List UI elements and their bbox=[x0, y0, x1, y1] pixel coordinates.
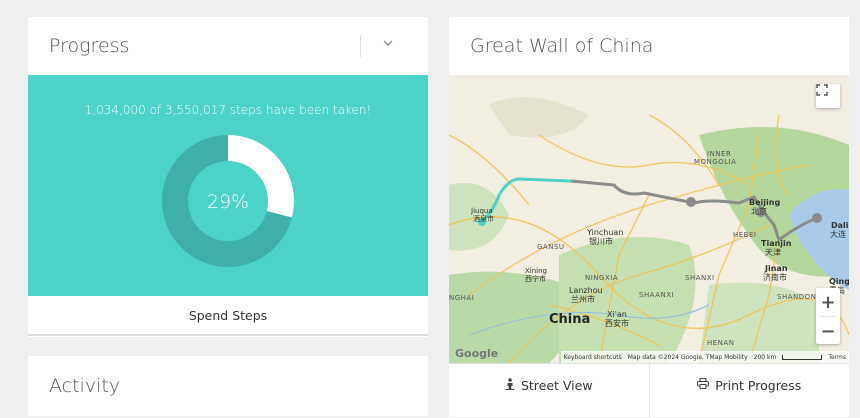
map-label-hebei: HEBEI bbox=[733, 231, 757, 239]
map-label-dalian: Dali bbox=[831, 221, 849, 230]
chevron-down-icon[interactable] bbox=[380, 36, 396, 52]
dashboard: Progress 1,034,000 of 3,550,017 steps ha… bbox=[0, 0, 860, 418]
map-footer: Street View Print Progress bbox=[449, 363, 849, 418]
terms-link[interactable]: Terms bbox=[828, 354, 846, 361]
map-label-beijing-cn: 北京 bbox=[751, 207, 767, 216]
map-view[interactable]: INNER MONGOLIA Beijing 北京 HEBEI Tianjin … bbox=[449, 75, 849, 363]
map-label-beijing: Beijing bbox=[749, 198, 781, 207]
print-progress-label: Print Progress bbox=[715, 378, 802, 393]
header-divider bbox=[360, 35, 361, 57]
map-attribution: Keyboard shortcuts Map data ©2024 Google… bbox=[560, 351, 849, 363]
map-label-jinan-cn: 济南市 bbox=[763, 273, 787, 282]
fullscreen-icon[interactable] bbox=[816, 84, 840, 108]
map-label-dalian-cn: 大连 bbox=[830, 230, 846, 239]
scale-text[interactable]: 200 km bbox=[754, 354, 777, 361]
map-label-yinchuan: Yinchuan bbox=[587, 228, 624, 237]
map-label-tianjin: Tianjin bbox=[761, 239, 792, 248]
map-label-qing: Qing bbox=[829, 277, 849, 286]
map-label-ningxia: NINGXIA bbox=[585, 274, 619, 282]
map-label-china: China bbox=[549, 312, 591, 327]
map-card: Great Wall of China INNER MONGOLIA Beiji… bbox=[449, 17, 849, 418]
zoom-in-button[interactable]: + bbox=[816, 288, 840, 316]
map-label-shandong: SHANDON bbox=[777, 293, 817, 301]
map-title: Great Wall of China bbox=[470, 35, 654, 57]
spend-steps-button[interactable]: Spend Steps bbox=[28, 296, 428, 336]
map-label-henan: HENAN bbox=[707, 339, 735, 347]
map-label-lanzhou-cn: 兰州市 bbox=[571, 295, 595, 304]
progress-donut: 29% bbox=[162, 135, 294, 267]
map-label-shaanxi: SHAANXI bbox=[639, 291, 675, 299]
progress-card: Progress 1,034,000 of 3,550,017 steps ha… bbox=[28, 17, 428, 337]
zoom-control: + − bbox=[816, 288, 840, 344]
street-view-label: Street View bbox=[520, 378, 593, 393]
map-label-xining-cn: 西宁市 bbox=[525, 275, 546, 283]
map-label-shanxi: SHANXI bbox=[685, 274, 715, 282]
map-label-xian-cn: 西安市 bbox=[605, 319, 629, 328]
map-data-text: Map data ©2024 Google, TMap Mobility bbox=[627, 353, 748, 361]
printer-icon bbox=[697, 378, 710, 392]
map-label-jiuquan-cn: 酒泉市 bbox=[473, 215, 494, 223]
map-label-tianjin-cn: 天津 bbox=[765, 248, 781, 257]
map-label-ghai: NGHAI bbox=[449, 294, 475, 302]
print-progress-button[interactable]: Print Progress bbox=[648, 364, 850, 418]
map-label-inner-mongolia-2: MONGOLIA bbox=[694, 158, 737, 166]
map-label-yinchuan-cn: 银川市 bbox=[589, 237, 613, 246]
keyboard-shortcuts-link[interactable]: Keyboard shortcuts bbox=[564, 354, 622, 361]
zoom-out-button[interactable]: − bbox=[816, 317, 840, 345]
map-label-jinan: Jinan bbox=[765, 264, 788, 273]
percent-label: 29% bbox=[207, 191, 249, 213]
map-label-xian: Xi'an bbox=[607, 310, 627, 319]
map-label-gansu: GANSU bbox=[537, 243, 565, 251]
street-view-icon bbox=[505, 378, 515, 393]
progress-card-header: Progress bbox=[28, 17, 428, 75]
steps-text: 1,034,000 of 3,550,017 steps have been t… bbox=[84, 103, 372, 117]
street-view-button[interactable]: Street View bbox=[449, 364, 649, 418]
progress-title: Progress bbox=[49, 35, 130, 57]
activity-card: Activity bbox=[28, 356, 428, 416]
map-terrain bbox=[449, 97, 849, 363]
scale-bar bbox=[782, 354, 823, 360]
activity-title: Activity bbox=[49, 375, 121, 397]
map-card-header: Great Wall of China bbox=[449, 17, 849, 75]
google-logo[interactable]: Google bbox=[455, 347, 498, 360]
progress-panel: 1,034,000 of 3,550,017 steps have been t… bbox=[28, 75, 428, 296]
map-label-lanzhou: Lanzhou bbox=[569, 286, 603, 295]
